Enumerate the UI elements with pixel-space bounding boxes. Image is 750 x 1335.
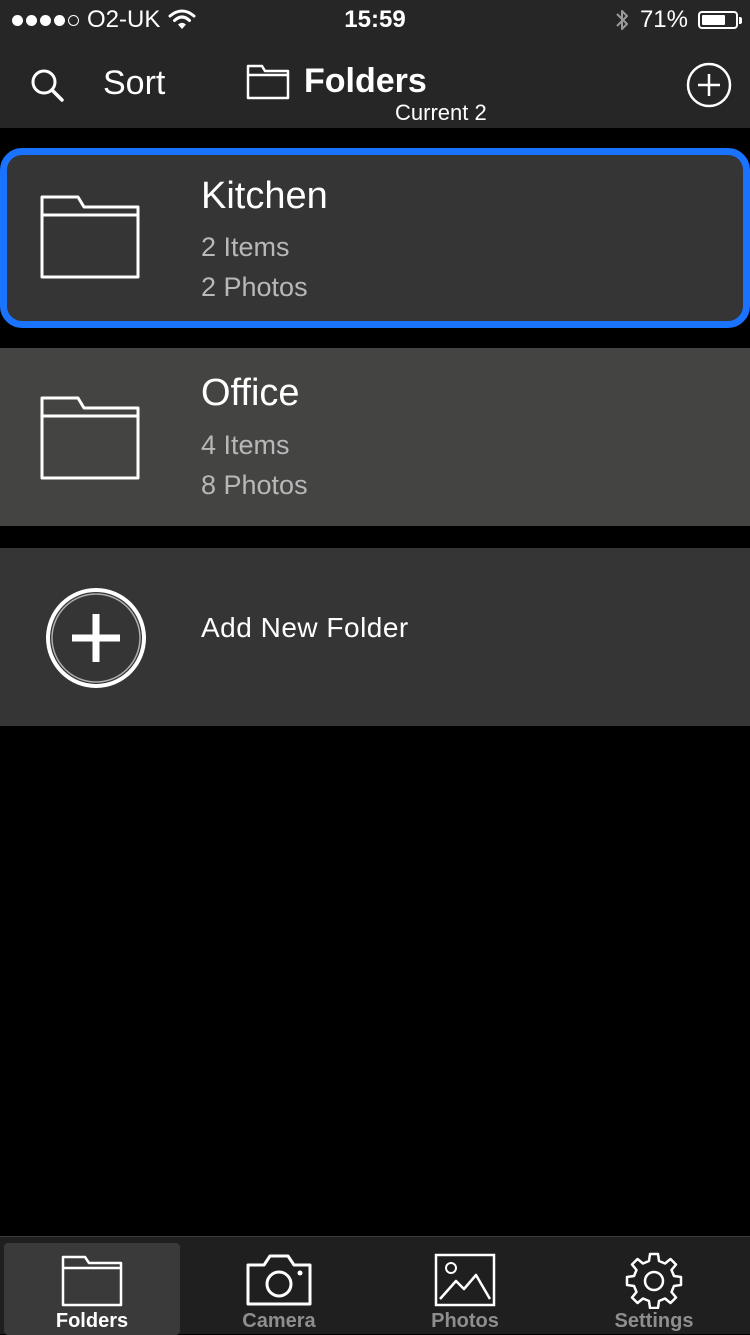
tab-label: Camera: [242, 1310, 316, 1332]
add-new-folder-label: Add New Folder: [201, 612, 409, 643]
sort-button[interactable]: Sort: [103, 64, 165, 103]
page-subtitle: Current 2: [395, 100, 487, 125]
tab-folders[interactable]: Folders: [4, 1243, 180, 1335]
bluetooth-icon: [616, 10, 628, 30]
folder-item-count: 4 Items: [201, 430, 290, 460]
add-new-folder-row[interactable]: Add New Folder: [0, 548, 750, 726]
navigation-bar: Sort Folders Current 2: [0, 40, 750, 128]
folder-icon: [246, 64, 290, 99]
tab-label: Photos: [431, 1310, 499, 1332]
search-icon: [31, 69, 64, 102]
folder-row-office[interactable]: Office 4 Items 8 Photos: [0, 348, 750, 526]
folder-photo-count: 8 Photos: [201, 470, 308, 500]
folder-row-kitchen[interactable]: Kitchen 2 Items 2 Photos: [0, 148, 750, 328]
add-folder-button[interactable]: [686, 62, 732, 108]
plus-circle-icon: [686, 62, 732, 108]
tab-label: Folders: [55, 1310, 129, 1332]
battery-icon: [698, 11, 742, 29]
nav-title-group: Folders: [246, 62, 427, 101]
tab-bar: Folders Camera Photos Settings: [0, 1236, 750, 1335]
folder-item-count: 2 Items: [201, 232, 290, 262]
tab-photos[interactable]: Photos: [377, 1237, 553, 1335]
folder-photo-count: 2 Photos: [201, 272, 308, 302]
photo-icon: [434, 1253, 496, 1307]
camera-icon: [246, 1254, 312, 1306]
folder-name: Office: [201, 372, 300, 414]
folder-icon: [40, 396, 140, 480]
status-bar: O2-UK 15:59 71%: [0, 0, 750, 40]
folder-icon: [40, 195, 140, 279]
plus-circle-icon: [46, 588, 146, 688]
page-title: Folders: [304, 62, 427, 100]
tab-settings[interactable]: Settings: [566, 1237, 742, 1335]
battery-percent: 71%: [639, 6, 688, 33]
folder-icon: [61, 1255, 123, 1307]
tab-camera[interactable]: Camera: [191, 1237, 367, 1335]
gear-icon: [625, 1252, 683, 1309]
folder-name: Kitchen: [201, 175, 328, 217]
status-right: 71%: [614, 6, 742, 34]
search-button[interactable]: [26, 64, 70, 108]
battery-fill: [702, 15, 725, 25]
tab-label: Settings: [614, 1310, 694, 1332]
